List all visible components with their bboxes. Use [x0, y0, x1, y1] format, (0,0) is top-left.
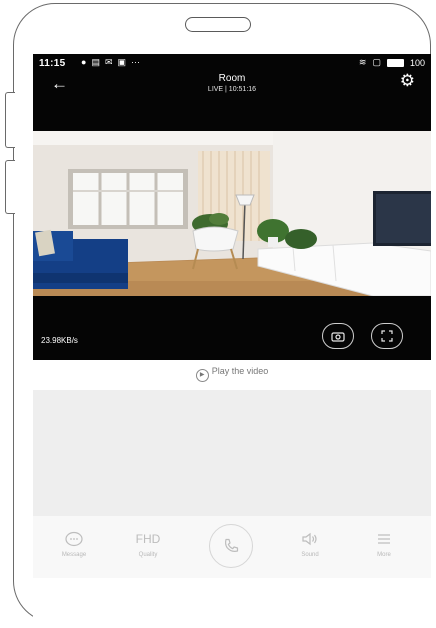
call-button[interactable]: [209, 524, 253, 568]
live-timestamp: LIVE | 10:51:16: [207, 86, 257, 93]
quality-button[interactable]: FHD Quality: [115, 516, 181, 578]
room-scene-image: [33, 131, 431, 296]
video-controls-bar: 23.98KB/s: [33, 296, 431, 360]
battery-level: 100: [409, 57, 425, 68]
top-bar: 11:15 ● ▤ ✉ ▣ ··· ≋ ▢ 100 ← Room LIVE | …: [33, 54, 431, 131]
status-time: 11:15: [39, 58, 66, 69]
replay-icon: ▶: [195, 369, 209, 382]
speaker-grille: [185, 17, 251, 32]
sound-label: Sound: [301, 552, 319, 558]
status-icons-left: ● ▤ ✉ ▣ ···: [81, 57, 140, 68]
bottom-toolbar: Message FHD Quality Sound More: [33, 516, 431, 578]
quality-label: Quality: [138, 552, 158, 558]
message-icon: [65, 531, 83, 547]
image-icon: ▣: [117, 57, 127, 67]
sound-button[interactable]: Sound: [277, 516, 343, 578]
fullscreen-icon: [381, 330, 393, 342]
play-the-video-label: Play the video: [211, 366, 269, 376]
message-button[interactable]: Message: [41, 516, 107, 578]
play-the-video-link[interactable]: ▶ Play the video: [33, 366, 431, 382]
fullscreen-button[interactable]: [371, 323, 403, 349]
grid-icon: ▤: [91, 57, 100, 67]
side-button-upper: [5, 92, 15, 148]
message-label: Message: [61, 552, 87, 558]
more-button[interactable]: More: [351, 516, 417, 578]
battery-icon: [386, 58, 404, 67]
live-video-feed[interactable]: [33, 131, 431, 296]
quality-value: FHD: [135, 532, 161, 546]
settings-gear-icon[interactable]: ⚙: [400, 71, 415, 91]
sim-icon: ▢: [372, 57, 381, 67]
mail-icon: ✉: [104, 57, 113, 67]
more-dots-icon: ···: [131, 57, 141, 67]
camera-icon: [331, 331, 345, 342]
app-screen: 11:15 ● ▤ ✉ ▣ ··· ≋ ▢ 100 ← Room LIVE | …: [33, 54, 431, 624]
chat-icon: ●: [81, 57, 87, 67]
speaker-icon: [302, 532, 317, 546]
side-button-lower: [5, 160, 15, 214]
menu-icon: [378, 534, 390, 544]
stream-speed: 23.98KB/s: [41, 336, 78, 345]
content-panel: [33, 390, 431, 516]
more-label: More: [377, 552, 391, 558]
phone-call-icon: [224, 538, 239, 552]
wifi-icon: ≋: [358, 57, 367, 67]
camera-title: Room: [218, 73, 246, 84]
screenshot-button[interactable]: [322, 323, 354, 349]
status-icons-right: ≋ ▢ 100: [359, 57, 425, 68]
